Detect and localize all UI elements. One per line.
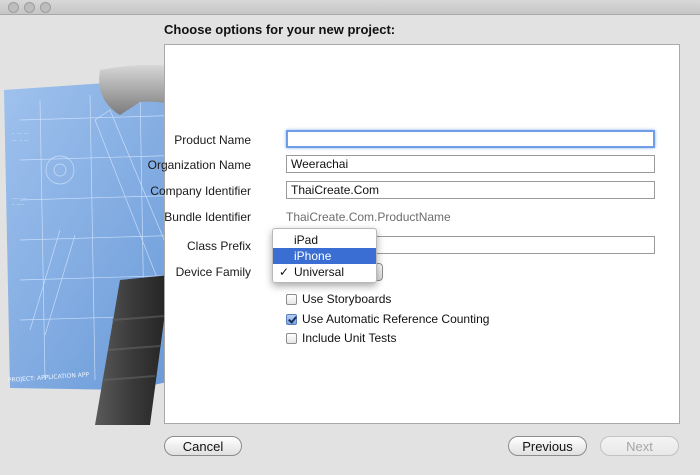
use-arc-checkbox[interactable]: Use Automatic Reference Counting <box>286 312 489 326</box>
bundle-identifier-label: Bundle Identifier <box>164 210 251 224</box>
company-identifier-input[interactable] <box>286 181 655 199</box>
close-window-button[interactable] <box>8 2 19 13</box>
product-name-input[interactable] <box>286 130 655 148</box>
previous-button[interactable]: Previous <box>508 436 587 456</box>
menu-item-universal[interactable]: ✓ Universal <box>273 264 376 280</box>
svg-text:— —— ——: — —— —— <box>12 131 29 136</box>
check-mark-icon: ✓ <box>279 265 290 279</box>
svg-text:— ———: — ——— <box>12 202 25 207</box>
include-unit-tests-checkbox[interactable]: Include Unit Tests <box>286 331 397 345</box>
menu-item-label: Universal <box>294 265 345 279</box>
minimize-window-button[interactable] <box>24 2 35 13</box>
svg-text:—— — ——: —— — —— <box>12 138 29 143</box>
menu-item-label: iPhone <box>294 249 332 263</box>
checkbox-label: Use Automatic Reference Counting <box>302 312 490 326</box>
class-prefix-label: Class Prefix <box>186 239 251 253</box>
organization-name-label: Organization Name <box>147 158 251 172</box>
checkbox-label: Use Storyboards <box>302 292 392 306</box>
checkbox-box[interactable] <box>286 332 297 344</box>
cancel-button[interactable]: Cancel <box>164 436 242 456</box>
use-storyboards-checkbox[interactable]: Use Storyboards <box>286 292 391 306</box>
menu-item-ipad[interactable]: iPad <box>273 232 376 248</box>
window-title-bar <box>0 0 700 15</box>
checkbox-box-checked[interactable] <box>286 313 297 325</box>
checkbox-box[interactable] <box>286 293 297 305</box>
device-family-menu: iPad iPhone ✓ Universal <box>272 228 377 283</box>
product-name-label: Product Name <box>174 133 251 147</box>
zoom-window-button[interactable] <box>40 2 51 13</box>
menu-item-iphone[interactable]: iPhone <box>273 248 376 264</box>
next-button[interactable]: Next <box>600 436 679 456</box>
svg-text:——— ——: ——— —— <box>12 196 27 201</box>
device-family-label: Device Family <box>175 265 251 279</box>
checkbox-label: Include Unit Tests <box>302 331 397 345</box>
page-title: Choose options for your new project: <box>164 22 396 37</box>
organization-name-input[interactable] <box>286 155 655 173</box>
bundle-identifier-value: ThaiCreate.Com.ProductName <box>286 210 451 224</box>
window-controls <box>8 2 51 13</box>
company-identifier-label: Company Identifier <box>150 184 251 198</box>
project-options-panel: Product Name Organization Name Company I… <box>148 44 680 424</box>
menu-item-label: iPad <box>294 233 319 247</box>
